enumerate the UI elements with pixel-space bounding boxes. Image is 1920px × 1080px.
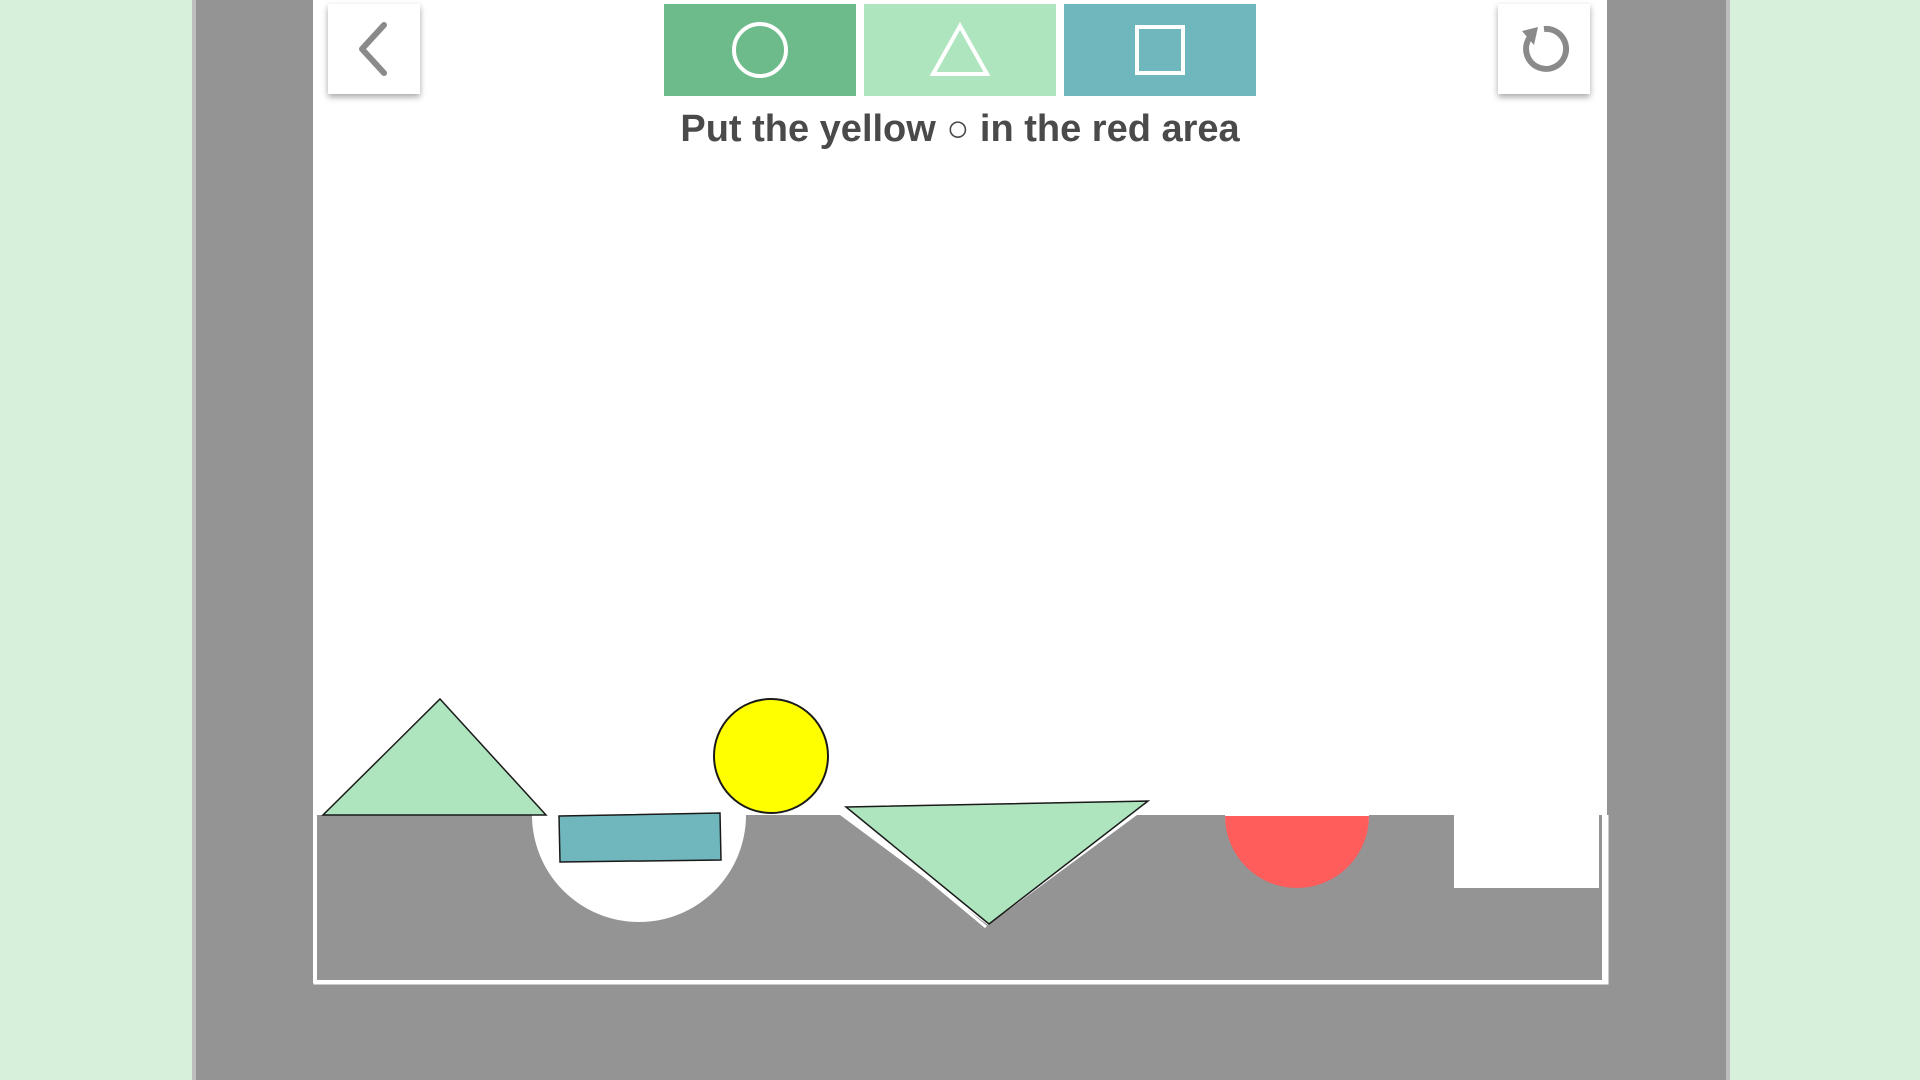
game-scene (313, 697, 1609, 985)
right-pit (1454, 815, 1599, 888)
teal-block[interactable] (558, 812, 722, 863)
yellow-ball[interactable] (713, 698, 829, 814)
green-triangle[interactable] (321, 697, 548, 816)
game-screen: Put the yellow ○ in the red area (0, 0, 1920, 1080)
